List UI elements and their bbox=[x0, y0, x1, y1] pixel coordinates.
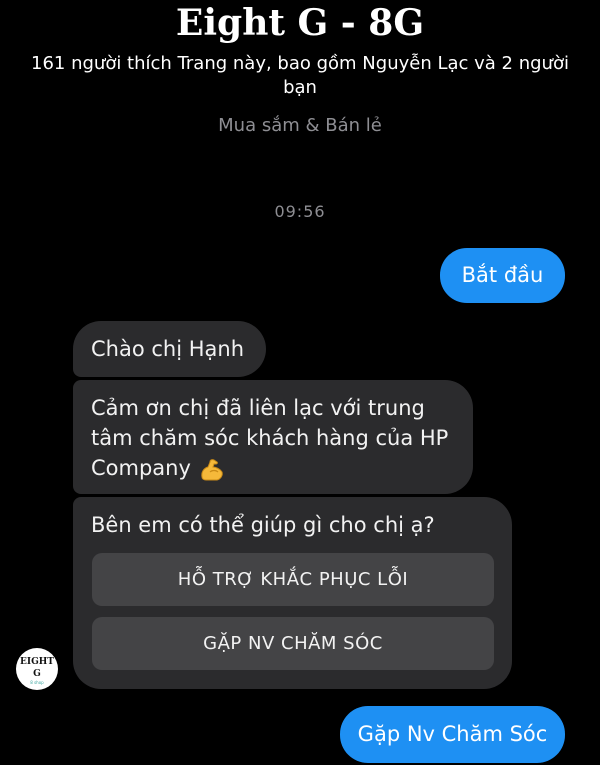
outgoing-message-start[interactable]: Bắt đầu bbox=[440, 248, 565, 303]
message-timestamp: 09:56 bbox=[274, 202, 326, 221]
incoming-message-options-card: Bên em có thể giúp gì cho chị ạ? HỖ TRỢ … bbox=[73, 497, 512, 689]
quick-reply-troubleshoot-button[interactable]: HỖ TRỢ KHẮC PHỤC LỖI bbox=[92, 553, 494, 606]
quick-reply-meet-agent-button[interactable]: GẶP NV CHĂM SÓC bbox=[92, 617, 494, 670]
outgoing-message-meet-agent[interactable]: Gặp Nv Chăm Sóc bbox=[340, 706, 565, 763]
page-title: Eight G - 8G bbox=[175, 2, 425, 44]
avatar-sub-text: 8 shop bbox=[30, 680, 44, 685]
message-text: Gặp Nv Chăm Sóc bbox=[357, 722, 548, 746]
message-text: Bắt đầu bbox=[461, 263, 544, 287]
page-category: Mua sắm & Bán lẻ bbox=[218, 115, 382, 136]
flexed-biceps-icon bbox=[200, 459, 223, 481]
message-text: Cảm ơn chị đã liên lạc với trung tâm chă… bbox=[91, 396, 449, 480]
incoming-message-thanks[interactable]: Cảm ơn chị đã liên lạc với trung tâm chă… bbox=[73, 380, 473, 494]
page-avatar[interactable]: EIGHT G 8 shop bbox=[16, 648, 58, 690]
message-text: Bên em có thể giúp gì cho chị ạ? bbox=[91, 513, 435, 537]
page-likes-text: 161 người thích Trang này, bao gồm Nguyễ… bbox=[31, 53, 569, 98]
incoming-message-greeting[interactable]: Chào chị Hạnh bbox=[73, 321, 266, 377]
message-text: Chào chị Hạnh bbox=[91, 337, 245, 361]
avatar-logo-text: EIGHT G bbox=[20, 657, 54, 679]
